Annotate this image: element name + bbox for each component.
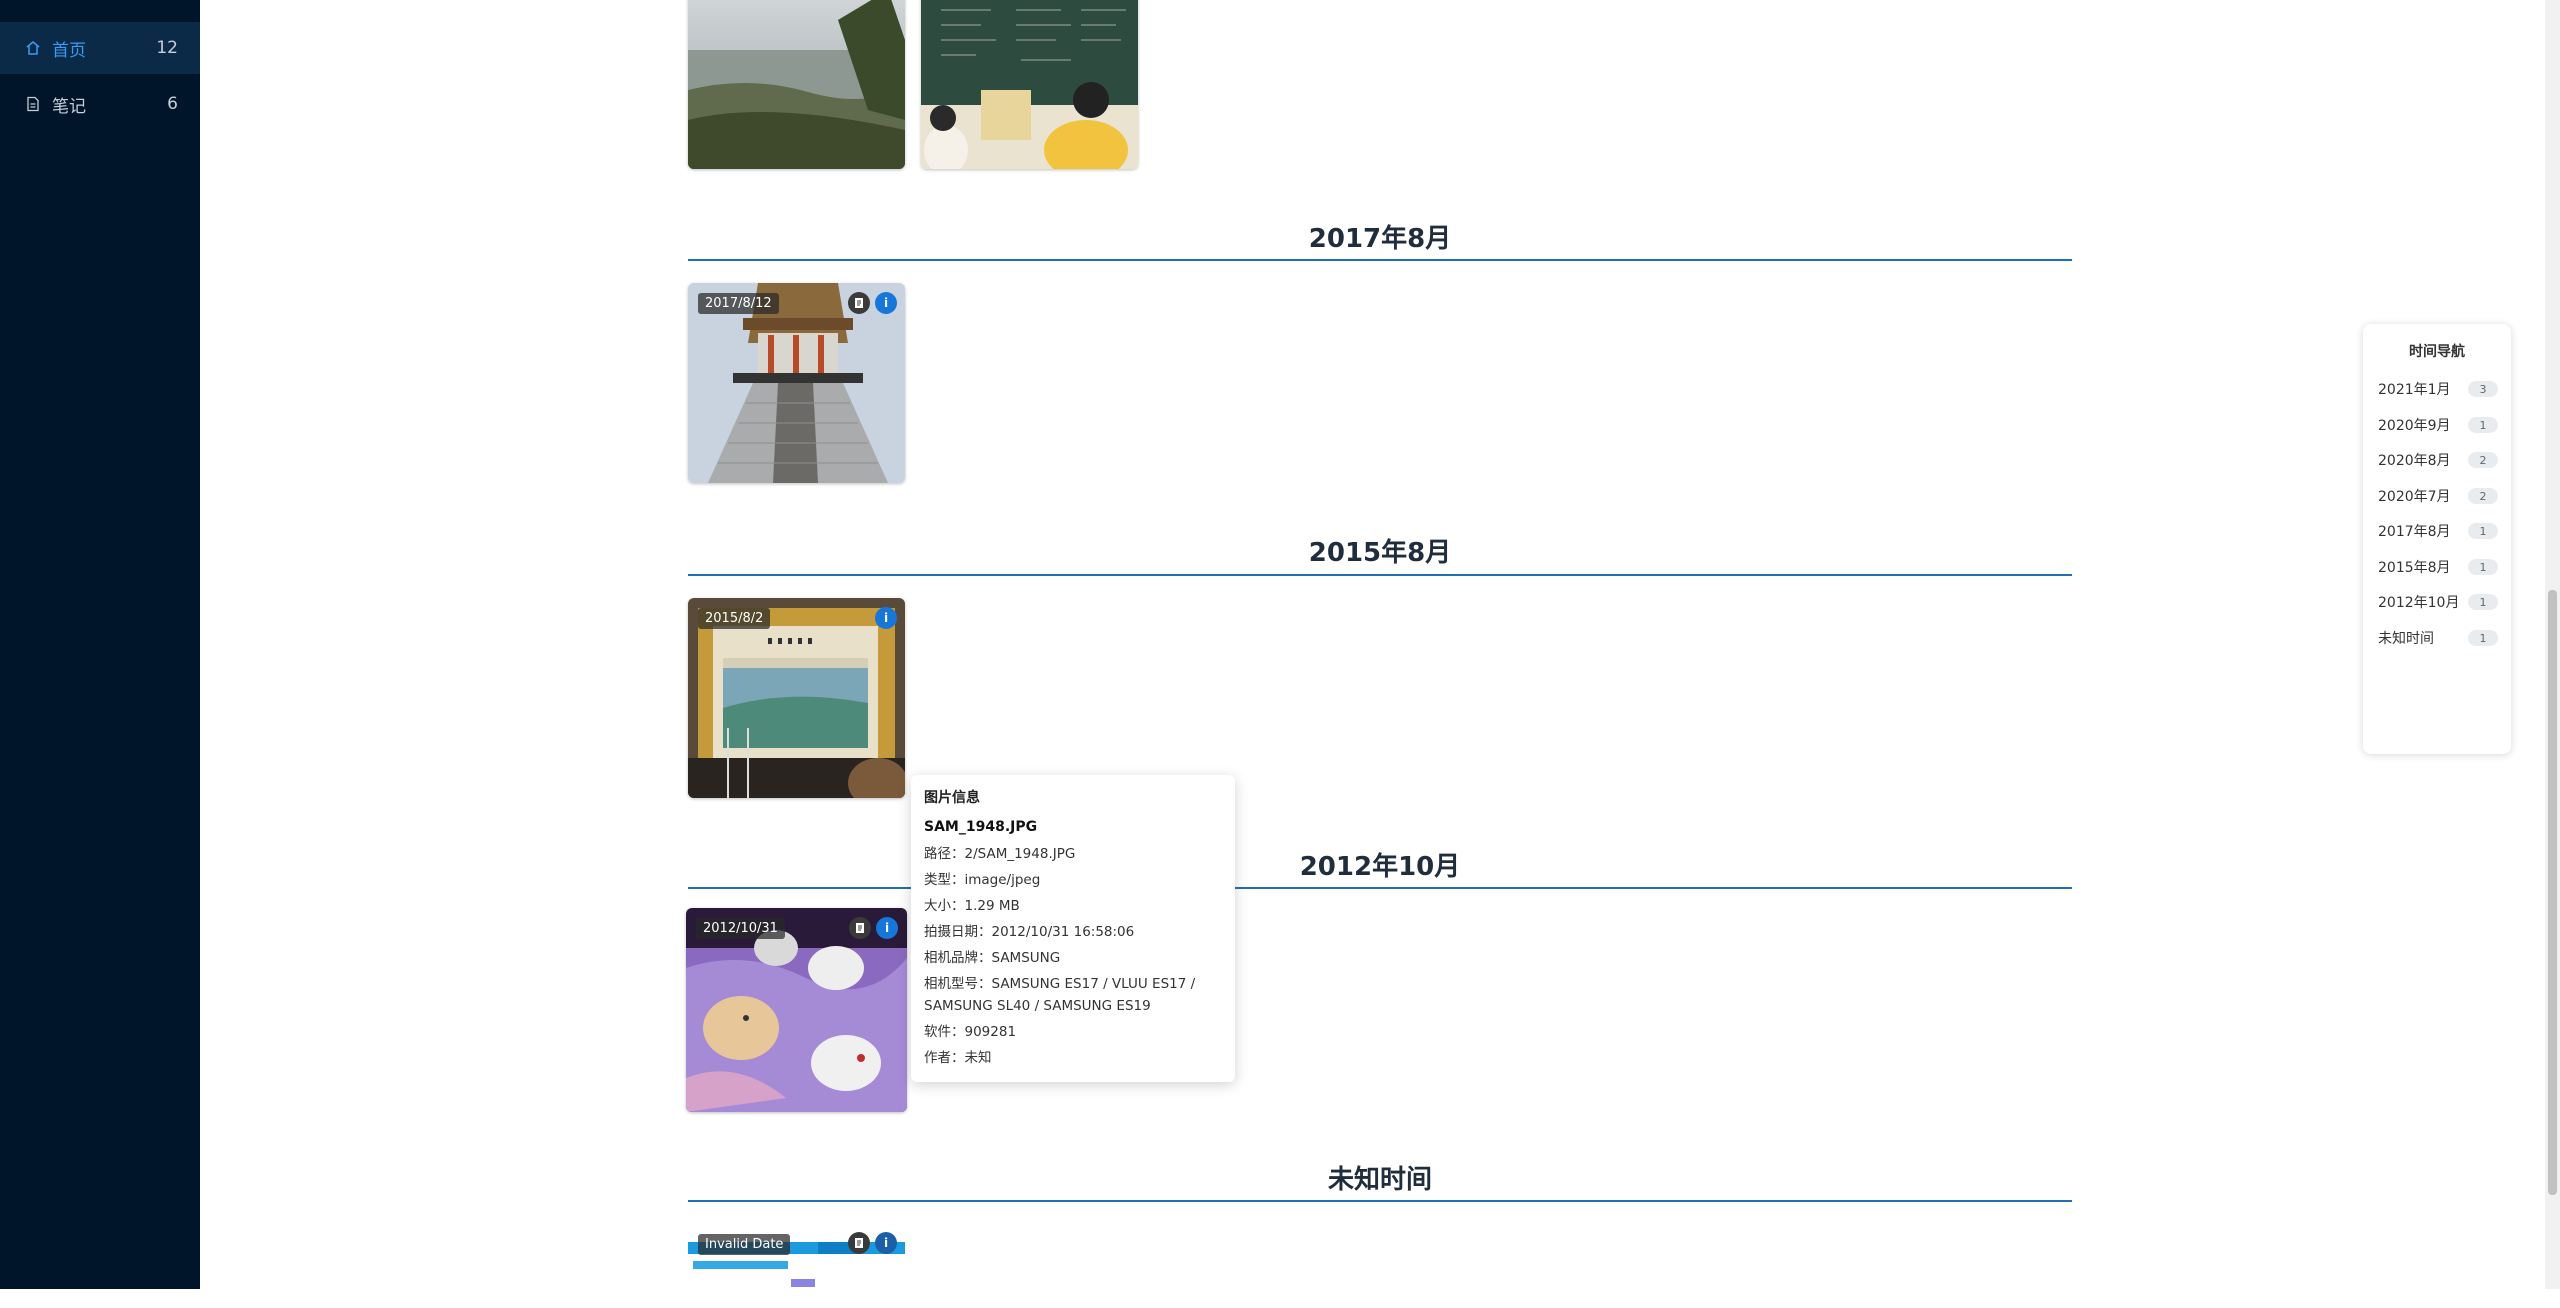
time-nav-item[interactable]: 2020年7月 2 bbox=[2378, 484, 2498, 508]
tooltip-title: 图片信息 bbox=[924, 790, 980, 806]
document-icon bbox=[855, 298, 863, 308]
section-title: 2012年10月 bbox=[1299, 852, 1461, 882]
time-nav-count: 1 bbox=[2468, 523, 2498, 539]
sidebar-item-count: 6 bbox=[167, 94, 178, 114]
time-nav-label: 2020年8月 bbox=[2378, 453, 2451, 469]
photo-date-badge: 2015/8/2 bbox=[698, 608, 771, 629]
time-navigation-panel: 时间导航 2021年1月 3 2020年9月 1 2020年8月 2 2020年7月 2… bbox=[2363, 324, 2511, 754]
sidebar-item-notes[interactable]: 笔记 6 bbox=[0, 78, 200, 130]
document-icon bbox=[855, 1238, 863, 1248]
section-title: 2015年8月 bbox=[1308, 538, 1452, 568]
time-nav-label: 2017年8月 bbox=[2378, 524, 2451, 540]
time-nav-item[interactable]: 2017年8月 1 bbox=[2378, 519, 2498, 543]
tooltip-path: 路径：2/SAM_1948.JPG bbox=[924, 846, 1076, 862]
time-nav-label: 未知时间 bbox=[2378, 631, 2434, 647]
time-nav-label: 2020年9月 bbox=[2378, 418, 2451, 434]
time-nav-item[interactable]: 2020年8月 2 bbox=[2378, 448, 2498, 472]
time-nav-count: 2 bbox=[2468, 452, 2498, 468]
time-nav-label: 2021年1月 bbox=[2378, 382, 2451, 398]
photo-thumbnail[interactable] bbox=[921, 0, 1138, 169]
time-nav-title: 时间导航 bbox=[2409, 344, 2465, 360]
note-button[interactable] bbox=[849, 917, 871, 939]
document-icon bbox=[856, 923, 864, 933]
time-nav-count: 1 bbox=[2468, 594, 2498, 610]
tooltip-filename: SAM_1948.JPG bbox=[924, 819, 1038, 835]
image-info-tooltip: 图片信息 SAM_1948.JPG 路径：2/SAM_1948.JPG 类型：i… bbox=[911, 775, 1235, 1082]
info-button[interactable]: i bbox=[875, 607, 897, 629]
sidebar-item-home[interactable]: 首页 12 bbox=[0, 22, 200, 74]
time-nav-label: 2015年8月 bbox=[2378, 560, 2451, 576]
photo-thumbnail[interactable]: 2015/8/2 i bbox=[688, 598, 905, 798]
section-title: 未知时间 bbox=[1327, 1165, 1432, 1195]
photo-thumbnail[interactable]: 2012/10/31 i bbox=[686, 908, 907, 1112]
scrollbar-thumb[interactable] bbox=[2548, 590, 2557, 1195]
time-nav-count: 1 bbox=[2468, 417, 2498, 433]
home-icon bbox=[24, 39, 42, 57]
time-nav-label: 2020年7月 bbox=[2378, 489, 2451, 505]
tooltip-author: 作者：未知 bbox=[924, 1050, 992, 1066]
sidebar-item-label: 首页 bbox=[52, 40, 86, 61]
section-divider bbox=[688, 574, 2072, 576]
tooltip-brand: 相机品牌：SAMSUNG bbox=[924, 950, 1061, 966]
time-nav-item[interactable]: 2021年1月 3 bbox=[2378, 377, 2498, 401]
photo-date-badge: Invalid Date bbox=[698, 1234, 791, 1255]
section-divider bbox=[688, 259, 2072, 261]
time-nav-item[interactable]: 2015年8月 1 bbox=[2378, 555, 2498, 579]
tooltip-software: 软件：909281 bbox=[924, 1024, 1017, 1040]
time-nav-label: 2012年10月 bbox=[2378, 595, 2460, 611]
info-icon: i bbox=[883, 296, 889, 310]
photo-thumbnail[interactable] bbox=[688, 0, 905, 169]
document-icon bbox=[24, 95, 42, 113]
info-icon: i bbox=[884, 921, 890, 935]
time-nav-item[interactable]: 未知时间 1 bbox=[2378, 626, 2498, 650]
info-button[interactable]: i bbox=[875, 1232, 897, 1254]
photo-thumbnail[interactable]: 2017/8/12 i bbox=[688, 283, 905, 483]
sidebar-item-count: 12 bbox=[156, 38, 178, 58]
info-button[interactable]: i bbox=[876, 917, 898, 939]
time-nav-count: 1 bbox=[2468, 630, 2498, 646]
time-nav-item[interactable]: 2012年10月 1 bbox=[2378, 590, 2498, 614]
sidebar: 首页 12 笔记 6 bbox=[0, 0, 200, 1289]
photo-date-badge: 2012/10/31 bbox=[696, 918, 785, 939]
time-nav-item[interactable]: 2020年9月 1 bbox=[2378, 413, 2498, 437]
section-divider bbox=[688, 887, 2072, 889]
note-button[interactable] bbox=[848, 1232, 870, 1254]
time-nav-count: 2 bbox=[2468, 488, 2498, 504]
tooltip-date: 拍摄日期：2012/10/31 16:58:06 bbox=[924, 924, 1135, 940]
time-nav-count: 3 bbox=[2468, 381, 2498, 397]
note-button[interactable] bbox=[848, 292, 870, 314]
sidebar-item-label: 笔记 bbox=[52, 96, 86, 117]
photo-thumbnail[interactable]: Invalid Date i bbox=[688, 1228, 905, 1308]
time-nav-count: 1 bbox=[2468, 559, 2498, 575]
photo-date-badge: 2017/8/12 bbox=[698, 293, 779, 314]
tooltip-size: 大小：1.29 MB bbox=[924, 898, 1020, 914]
section-divider bbox=[688, 1200, 2072, 1202]
info-icon: i bbox=[883, 611, 889, 625]
section-title: 2017年8月 bbox=[1308, 224, 1452, 254]
tooltip-model: 相机型号：SAMSUNG ES17 / VLUU ES17 / SAMSUNG … bbox=[924, 976, 1196, 1014]
tooltip-type: 类型：image/jpeg bbox=[924, 872, 1041, 888]
info-icon: i bbox=[883, 1236, 889, 1250]
info-button[interactable]: i bbox=[875, 292, 897, 314]
